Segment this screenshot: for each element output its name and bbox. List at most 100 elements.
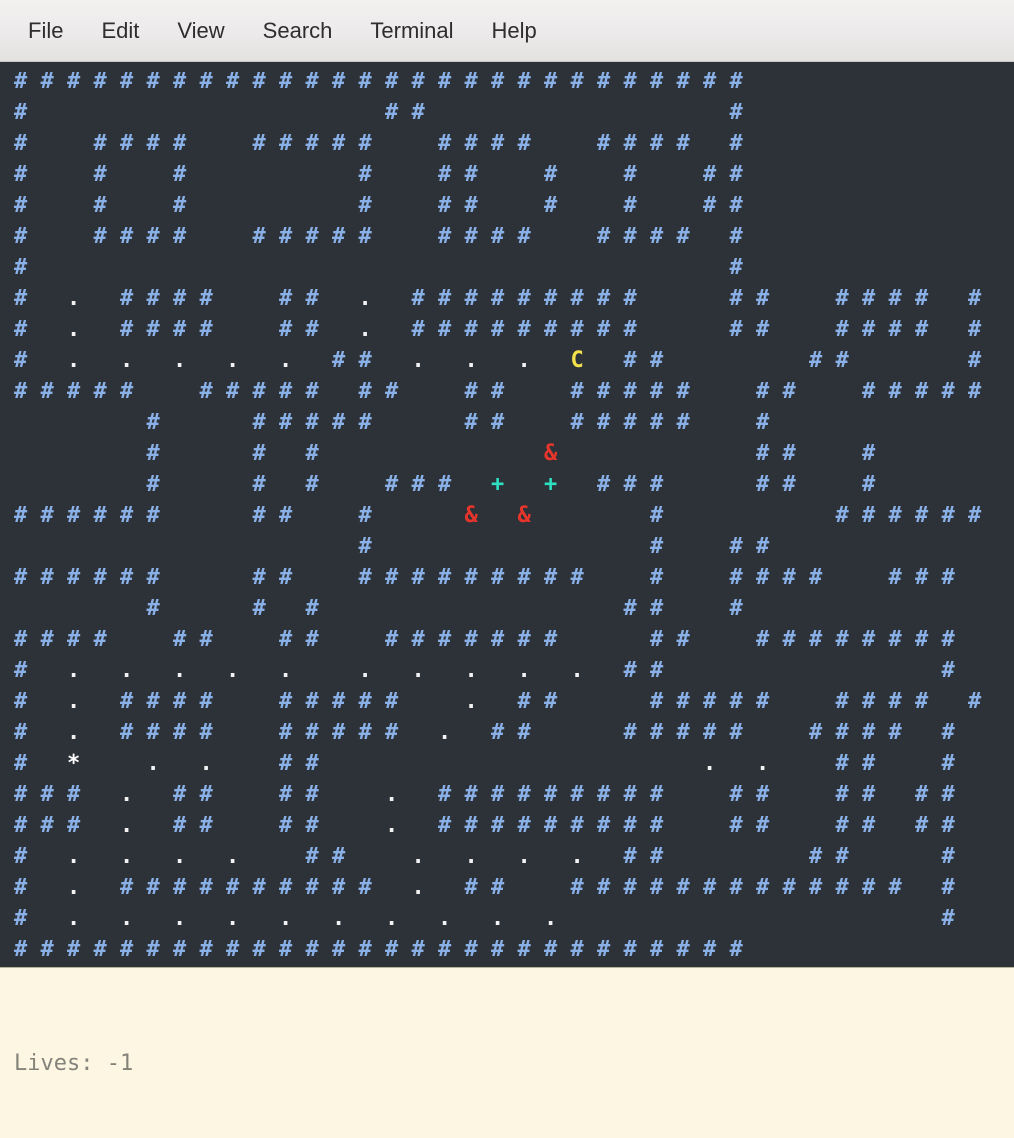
maze-wall: # bbox=[623, 193, 650, 218]
maze-empty bbox=[412, 379, 439, 404]
maze-empty bbox=[915, 658, 942, 683]
maze-wall: # bbox=[146, 131, 173, 156]
terminal-content[interactable]: # # # # # # # # # # # # # # # # # # # # … bbox=[0, 62, 1014, 1138]
menu-help[interactable]: Help bbox=[478, 15, 551, 47]
maze-empty bbox=[836, 658, 863, 683]
maze-empty bbox=[438, 534, 465, 559]
maze-empty bbox=[147, 844, 174, 869]
maze-dot: . bbox=[517, 348, 544, 373]
maze-empty bbox=[650, 317, 677, 342]
maze-empty bbox=[624, 100, 651, 125]
maze-empty bbox=[783, 720, 810, 745]
maze-wall: # bbox=[146, 565, 173, 590]
maze-wall: # bbox=[173, 782, 200, 807]
maze-wall: # bbox=[650, 503, 677, 528]
maze-wall: # bbox=[623, 224, 650, 249]
maze-row: # # # # # # bbox=[14, 593, 1014, 624]
maze-empty bbox=[147, 379, 174, 404]
maze-wall: # bbox=[14, 627, 41, 652]
maze-empty bbox=[544, 658, 571, 683]
maze-wall: # bbox=[676, 224, 703, 249]
maze-empty bbox=[703, 503, 730, 528]
maze-empty bbox=[412, 720, 439, 745]
maze-dot: . bbox=[226, 348, 253, 373]
maze-wall: # bbox=[385, 69, 412, 94]
maze-empty bbox=[332, 596, 359, 621]
maze-wall: # bbox=[252, 565, 279, 590]
maze-empty bbox=[730, 627, 757, 652]
menu-terminal[interactable]: Terminal bbox=[356, 15, 467, 47]
maze-empty bbox=[491, 689, 518, 714]
maze-empty bbox=[597, 751, 624, 776]
maze-empty bbox=[385, 596, 412, 621]
maze-dot: . bbox=[385, 782, 412, 807]
maze-empty bbox=[942, 410, 969, 435]
maze-empty bbox=[67, 100, 94, 125]
maze-wall: # bbox=[570, 813, 597, 838]
menu-search[interactable]: Search bbox=[249, 15, 347, 47]
maze-player: C bbox=[570, 348, 597, 373]
maze-empty bbox=[200, 162, 227, 187]
maze-empty bbox=[703, 379, 730, 404]
maze-empty bbox=[226, 813, 253, 838]
maze-wall: # bbox=[14, 658, 41, 683]
menu-edit[interactable]: Edit bbox=[87, 15, 153, 47]
maze-empty bbox=[571, 193, 598, 218]
maze-wall: # bbox=[385, 472, 412, 497]
maze-wall: # bbox=[623, 720, 650, 745]
maze-empty bbox=[41, 875, 68, 900]
maze-wall: # bbox=[305, 627, 332, 652]
maze-wall: # bbox=[491, 565, 518, 590]
menu-file[interactable]: File bbox=[14, 15, 77, 47]
maze-empty bbox=[173, 379, 200, 404]
maze-empty bbox=[332, 379, 359, 404]
maze-wall: # bbox=[40, 782, 67, 807]
maze-wall: # bbox=[252, 379, 279, 404]
maze-wall: # bbox=[650, 782, 677, 807]
maze-wall: # bbox=[544, 813, 571, 838]
maze-wall: # bbox=[623, 131, 650, 156]
maze-dot: . bbox=[279, 658, 306, 683]
maze-wall: # bbox=[14, 937, 41, 962]
maze-wall: # bbox=[14, 720, 41, 745]
maze-empty bbox=[94, 534, 121, 559]
maze-wall: # bbox=[544, 689, 571, 714]
maze-dot: . bbox=[173, 906, 200, 931]
maze-wall: # bbox=[491, 720, 518, 745]
maze-empty bbox=[41, 689, 68, 714]
maze-wall: # bbox=[305, 596, 332, 621]
maze-empty bbox=[306, 100, 333, 125]
maze-empty bbox=[279, 472, 306, 497]
maze-wall: # bbox=[358, 534, 385, 559]
maze-wall: # bbox=[782, 627, 809, 652]
maze-empty bbox=[677, 906, 704, 931]
maze-wall: # bbox=[385, 689, 412, 714]
maze-empty bbox=[597, 627, 624, 652]
maze-wall: # bbox=[862, 813, 889, 838]
maze-wall: # bbox=[491, 131, 518, 156]
maze-wall: # bbox=[332, 224, 359, 249]
maze-wall: # bbox=[358, 875, 385, 900]
maze-wall: # bbox=[305, 224, 332, 249]
maze-dot: . bbox=[570, 844, 597, 869]
maze-empty bbox=[677, 565, 704, 590]
maze-empty bbox=[624, 627, 651, 652]
maze-empty bbox=[915, 596, 942, 621]
maze-empty bbox=[862, 534, 889, 559]
maze-row: # # # # # # # # # # # # # # # # # # # # … bbox=[14, 562, 1014, 593]
maze-wall: # bbox=[226, 69, 253, 94]
maze-wall: # bbox=[305, 472, 332, 497]
maze-wall: # bbox=[729, 937, 756, 962]
maze-wall: # bbox=[968, 317, 995, 342]
maze-wall: # bbox=[650, 658, 677, 683]
maze-empty bbox=[332, 286, 359, 311]
maze-wall: # bbox=[14, 286, 41, 311]
maze-wall: # bbox=[438, 813, 465, 838]
maze-empty bbox=[94, 441, 121, 466]
maze-wall: # bbox=[93, 379, 120, 404]
maze-wall: # bbox=[173, 813, 200, 838]
maze-empty bbox=[862, 658, 889, 683]
maze-empty bbox=[41, 131, 68, 156]
maze-wall: # bbox=[835, 503, 862, 528]
menu-view[interactable]: View bbox=[163, 15, 238, 47]
